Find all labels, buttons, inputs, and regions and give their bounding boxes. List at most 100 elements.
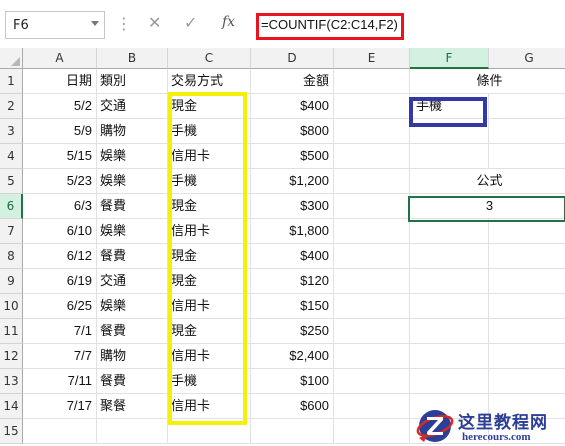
cell-e10[interactable] (334, 294, 410, 319)
cell-e2[interactable] (334, 94, 410, 119)
column-header-d[interactable]: D (251, 48, 334, 69)
cell-e9[interactable] (334, 269, 410, 294)
cell-f13[interactable] (410, 369, 489, 394)
cell-a6[interactable]: 6/3 (23, 194, 97, 219)
cell-e1[interactable] (334, 69, 410, 94)
cell-f10[interactable] (410, 294, 489, 319)
cell-e8[interactable] (334, 244, 410, 269)
column-header-a[interactable]: A (23, 48, 97, 69)
cell-g11[interactable] (489, 319, 565, 344)
column-header-f[interactable]: F (410, 48, 489, 69)
cell-d11[interactable]: $250 (251, 319, 334, 344)
cell-d13[interactable]: $100 (251, 369, 334, 394)
cell-b15[interactable] (97, 419, 168, 444)
row-header-15[interactable]: 15 (0, 419, 23, 444)
cell-a14[interactable]: 7/17 (23, 394, 97, 419)
cell-a15[interactable] (23, 419, 97, 444)
cell-g13[interactable] (489, 369, 565, 394)
cell-d4[interactable]: $500 (251, 144, 334, 169)
row-header-13[interactable]: 13 (0, 369, 23, 394)
column-header-g[interactable]: G (489, 48, 565, 69)
row-header-14[interactable]: 14 (0, 394, 23, 419)
row-header-9[interactable]: 9 (0, 269, 23, 294)
cell-e3[interactable] (334, 119, 410, 144)
cell-f7[interactable] (410, 219, 489, 244)
cell-e15[interactable] (334, 419, 410, 444)
cell-a13[interactable]: 7/11 (23, 369, 97, 394)
row-header-1[interactable]: 1 (0, 69, 23, 94)
cell-d1[interactable]: 金額 (251, 69, 334, 94)
cell-g7[interactable] (489, 219, 565, 244)
cell-a7[interactable]: 6/10 (23, 219, 97, 244)
cell-b5[interactable]: 娛樂 (97, 169, 168, 194)
cell-c1[interactable]: 交易方式 (168, 69, 251, 94)
column-header-c[interactable]: C (168, 48, 251, 69)
cell-b11[interactable]: 餐費 (97, 319, 168, 344)
cell-d2[interactable]: $400 (251, 94, 334, 119)
row-header-4[interactable]: 4 (0, 144, 23, 169)
cell-d7[interactable]: $1,800 (251, 219, 334, 244)
cell-b13[interactable]: 餐費 (97, 369, 168, 394)
cell-g3[interactable] (489, 119, 565, 144)
cell-e6[interactable] (334, 194, 410, 219)
cell-g2[interactable] (489, 94, 565, 119)
insert-function-icon[interactable]: fx (222, 14, 235, 30)
cell-e13[interactable] (334, 369, 410, 394)
cell-b4[interactable]: 娛樂 (97, 144, 168, 169)
cell-b9[interactable]: 交通 (97, 269, 168, 294)
cancel-icon[interactable]: ✕ (148, 13, 161, 32)
cell-d6[interactable]: $300 (251, 194, 334, 219)
cell-a4[interactable]: 5/15 (23, 144, 97, 169)
cell-a12[interactable]: 7/7 (23, 344, 97, 369)
cell-b10[interactable]: 娛樂 (97, 294, 168, 319)
cell-b12[interactable]: 購物 (97, 344, 168, 369)
row-header-8[interactable]: 8 (0, 244, 23, 269)
chevron-down-icon[interactable] (91, 21, 99, 26)
cell-d8[interactable]: $400 (251, 244, 334, 269)
cell-a5[interactable]: 5/23 (23, 169, 97, 194)
cell-f11[interactable] (410, 319, 489, 344)
row-header-2[interactable]: 2 (0, 94, 23, 119)
row-header-3[interactable]: 3 (0, 119, 23, 144)
cell-f12[interactable] (410, 344, 489, 369)
cell-a3[interactable]: 5/9 (23, 119, 97, 144)
cell-f5[interactable]: 公式 (410, 169, 565, 194)
row-header-6[interactable]: 6 (0, 194, 23, 219)
row-header-10[interactable]: 10 (0, 294, 23, 319)
cell-a2[interactable]: 5/2 (23, 94, 97, 119)
cell-g12[interactable] (489, 344, 565, 369)
cell-f9[interactable] (410, 269, 489, 294)
cell-b7[interactable]: 娛樂 (97, 219, 168, 244)
cell-g10[interactable] (489, 294, 565, 319)
cell-a8[interactable]: 6/12 (23, 244, 97, 269)
cell-a9[interactable]: 6/19 (23, 269, 97, 294)
cell-b1[interactable]: 類別 (97, 69, 168, 94)
cell-d12[interactable]: $2,400 (251, 344, 334, 369)
enter-icon[interactable]: ✓ (184, 13, 197, 32)
cell-f8[interactable] (410, 244, 489, 269)
row-header-12[interactable]: 12 (0, 344, 23, 369)
cell-g4[interactable] (489, 144, 565, 169)
cell-f1[interactable]: 條件 (410, 69, 565, 94)
cell-d10[interactable]: $150 (251, 294, 334, 319)
cell-a11[interactable]: 7/1 (23, 319, 97, 344)
cell-b6[interactable]: 餐費 (97, 194, 168, 219)
cell-f4[interactable] (410, 144, 489, 169)
formula-input[interactable]: =COUNTIF(C2:C14,F2) (261, 17, 398, 32)
cell-e7[interactable] (334, 219, 410, 244)
cell-e12[interactable] (334, 344, 410, 369)
cell-a1[interactable]: 日期 (23, 69, 97, 94)
cell-e4[interactable] (334, 144, 410, 169)
cell-d5[interactable]: $1,200 (251, 169, 334, 194)
cell-e5[interactable] (334, 169, 410, 194)
row-header-5[interactable]: 5 (0, 169, 23, 194)
cell-e14[interactable] (334, 394, 410, 419)
cell-b2[interactable]: 交通 (97, 94, 168, 119)
name-box[interactable]: F6 (5, 11, 105, 39)
cell-a10[interactable]: 6/25 (23, 294, 97, 319)
cell-d9[interactable]: $120 (251, 269, 334, 294)
row-header-11[interactable]: 11 (0, 319, 23, 344)
select-all-button[interactable] (0, 48, 23, 69)
cell-b3[interactable]: 購物 (97, 119, 168, 144)
cell-g9[interactable] (489, 269, 565, 294)
